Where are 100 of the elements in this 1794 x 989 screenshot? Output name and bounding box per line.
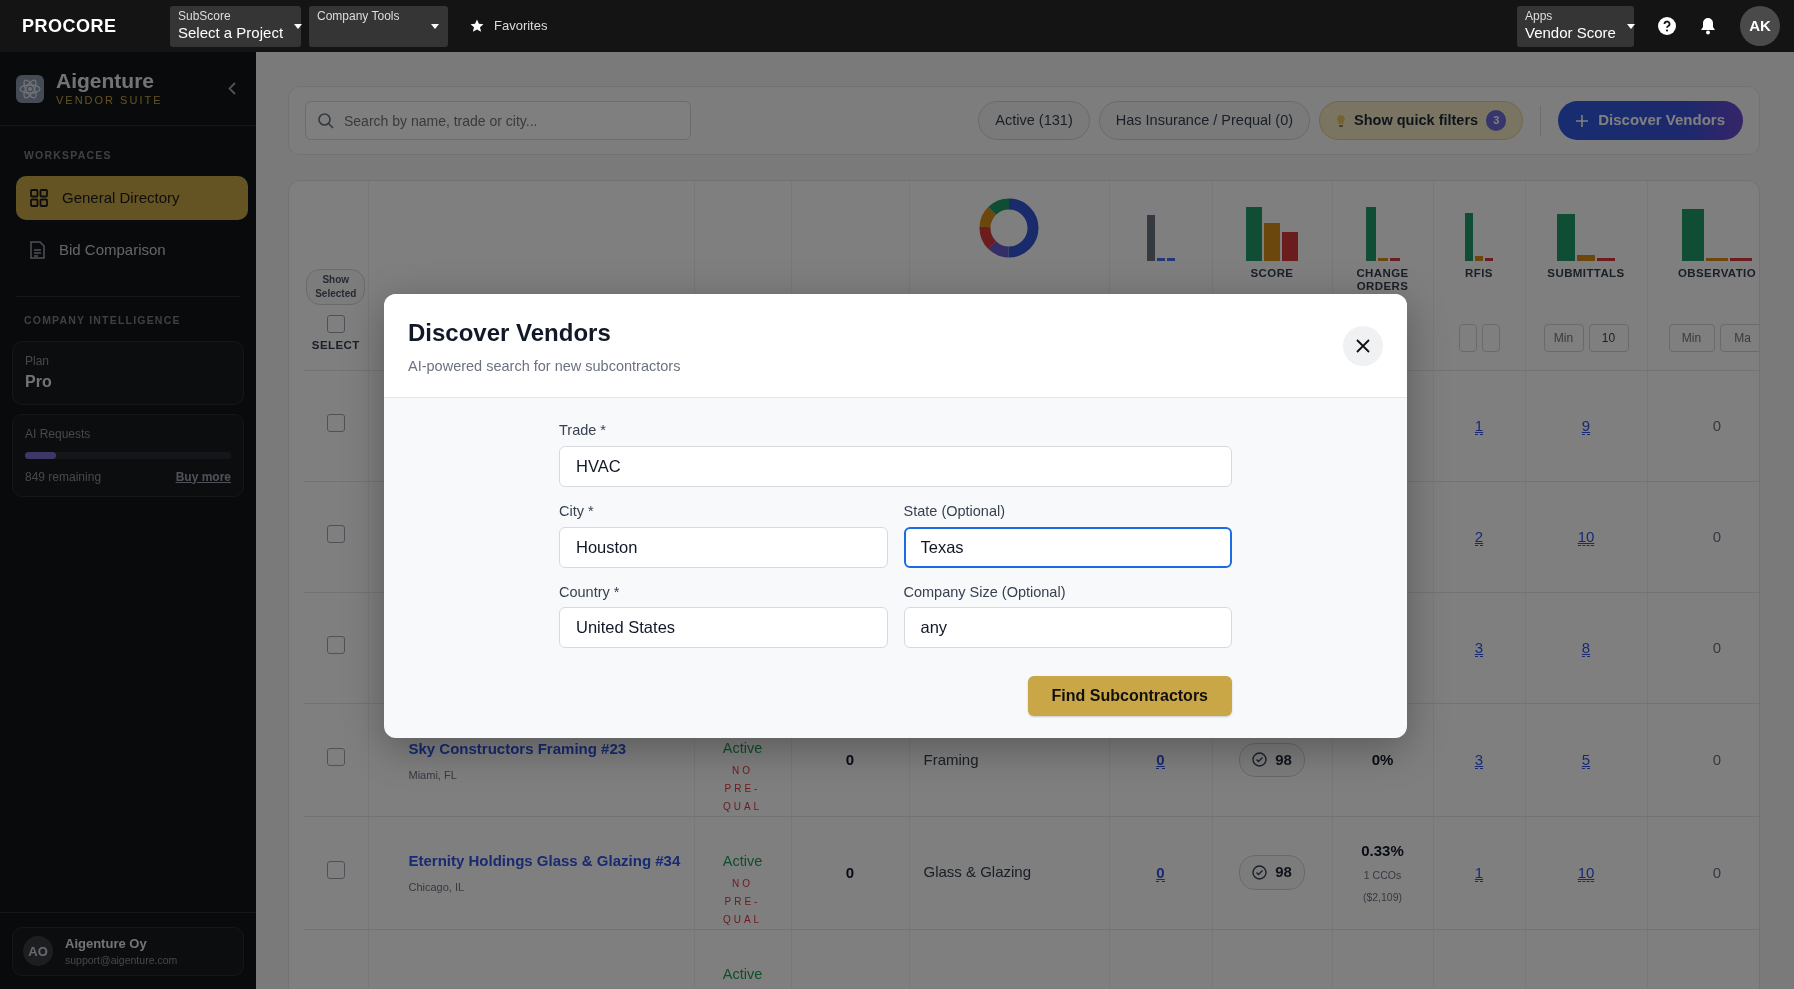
donut-chart-drawing [978, 197, 1040, 259]
status-label: Active [721, 851, 764, 871]
close-icon [1356, 339, 1370, 353]
discover-vendors-button[interactable]: Discover Vendors [1558, 101, 1743, 140]
checkbox[interactable] [326, 636, 345, 654]
checkbox[interactable] [326, 747, 345, 766]
trade-cell: Framing [923, 750, 979, 768]
account-email: support@aigenture.com [65, 953, 178, 969]
usage-label: AI Requests [25, 425, 92, 443]
count-badge: 3 [1486, 110, 1507, 131]
dialog-subtitle: AI-powered search for new subcontractors [408, 357, 681, 377]
sidebar-item[interactable]: Bid Comparison [16, 227, 248, 272]
field-label: Country * [559, 582, 621, 602]
change-order-amount: ($2,109) [1361, 889, 1404, 905]
count-link[interactable]: 10 [1577, 863, 1595, 882]
checkbox[interactable] [326, 414, 345, 432]
score-value: 98 [1275, 749, 1292, 770]
check-circle-icon [1252, 865, 1268, 881]
count-link[interactable]: 8 [1581, 639, 1591, 657]
filter-field[interactable]: Min [1668, 324, 1715, 352]
caret-icon [293, 22, 304, 30]
change-order-percent: 0% [1370, 749, 1395, 770]
search-field[interactable]: Search by name, trade or city... [305, 101, 691, 140]
trade-cell: Glass & Glazing [923, 863, 1032, 881]
text-field[interactable]: Texas [903, 526, 1232, 568]
change-order-percent: 0.33% [1360, 840, 1405, 861]
vendor-location: Miami, FL [408, 767, 458, 783]
check-circle-icon [1252, 752, 1268, 768]
count-link[interactable]: 1 [1474, 417, 1484, 435]
count-link[interactable]: 1 [1474, 863, 1484, 882]
plan-value: Pro [25, 371, 53, 392]
user-avatar[interactable]: AK [1740, 6, 1780, 46]
favorites-link[interactable]: Favorites [464, 15, 554, 37]
column-header: OBSERVATIO [1677, 267, 1757, 281]
field-label: City * [559, 501, 595, 521]
project-dropdown[interactable]: SubScore Select a Project [170, 5, 301, 47]
tools-dropdown[interactable]: Company Tools [309, 5, 448, 47]
filter-field[interactable]: 10 [1588, 324, 1629, 352]
remaining-count: 849 remaining [25, 468, 102, 486]
quick-filters-button[interactable]: Show quick filters 3 [1319, 101, 1524, 140]
status-label: Active [721, 739, 764, 758]
show-selected-button[interactable]: Show Selected [306, 268, 366, 305]
text-field[interactable]: any [903, 607, 1232, 649]
count-link[interactable]: 5 [1581, 750, 1591, 769]
apps-dropdown[interactable]: Apps Vendor Score [1517, 5, 1634, 47]
count-link[interactable]: 0 [1156, 863, 1165, 882]
field-label: State (Optional) [903, 501, 1007, 521]
table-cell: 0 [845, 750, 855, 768]
vendor-location: Chicago, IL [408, 880, 466, 896]
status-label: Active [721, 964, 764, 984]
column-header: SELECT [311, 338, 360, 352]
brand-tagline: VENDOR SUITE [56, 92, 163, 108]
table-cell: 0 [1712, 863, 1722, 881]
brand-name: Aigenture [56, 68, 155, 92]
atom-icon [16, 74, 44, 103]
column-header: RFIS [1465, 267, 1493, 281]
count-link[interactable]: 2 [1474, 528, 1484, 546]
user-avatar: AO [23, 936, 53, 967]
dialog-title: Discover Vendors [408, 320, 612, 347]
star-icon [470, 19, 484, 33]
filter-field[interactable]: Ma [1719, 324, 1759, 352]
filter-field[interactable]: Min [1543, 324, 1584, 352]
vendor-link[interactable]: Sky Constructors Framing #23 [408, 739, 627, 757]
text-field[interactable]: United States [559, 607, 888, 649]
vendor-link[interactable]: Eternity Holdings Glass & Glazing #34 [408, 852, 681, 870]
plus-icon [1576, 114, 1589, 127]
column-header: SCORE [1250, 267, 1294, 281]
count-link[interactable]: 3 [1474, 639, 1484, 657]
text-field[interactable]: Houston [559, 526, 888, 568]
checkbox[interactable] [326, 525, 345, 543]
checkbox[interactable] [326, 860, 345, 879]
grid-icon [30, 188, 48, 207]
text-field[interactable]: HVAC [559, 445, 1232, 487]
submit-button[interactable]: Find Subcontractors [1027, 676, 1232, 717]
document-icon [30, 240, 45, 259]
table-cell: 0 [845, 863, 855, 881]
buy-more-link[interactable]: Buy more [175, 467, 231, 486]
section-heading: COMPANY INTELLIGENCE [23, 312, 182, 328]
column-header: SUBMITTALS [1547, 267, 1625, 281]
count-link[interactable]: 3 [1474, 750, 1484, 769]
logo: PROCORE [22, 14, 118, 38]
prequal-label: NO PRE-QUAL [721, 763, 764, 814]
plan-label: Plan [25, 352, 51, 370]
count-link[interactable]: 9 [1581, 417, 1591, 435]
notification-icon[interactable] [1700, 17, 1716, 35]
account-name: Aigenture Oy [65, 934, 148, 953]
score-value: 98 [1275, 862, 1292, 883]
section-heading: WORKSPACES [23, 148, 113, 163]
count-link[interactable]: 0 [1156, 750, 1165, 769]
help-icon[interactable] [1658, 17, 1676, 35]
column-header: CHANGE ORDERS [1355, 267, 1410, 294]
field-label: Trade * [559, 421, 607, 440]
close-button[interactable] [1343, 326, 1383, 366]
filter-chip[interactable]: Has Insurance / Prequal (0) [1098, 101, 1311, 140]
sidebar-item[interactable]: General Directory [16, 175, 248, 220]
collapse-icon[interactable] [228, 82, 236, 95]
count-link[interactable]: 10 [1577, 528, 1595, 546]
filter-chip[interactable]: Active (131) [978, 101, 1090, 140]
checkbox[interactable] [326, 314, 345, 333]
table-cell: 0 [1712, 639, 1722, 656]
